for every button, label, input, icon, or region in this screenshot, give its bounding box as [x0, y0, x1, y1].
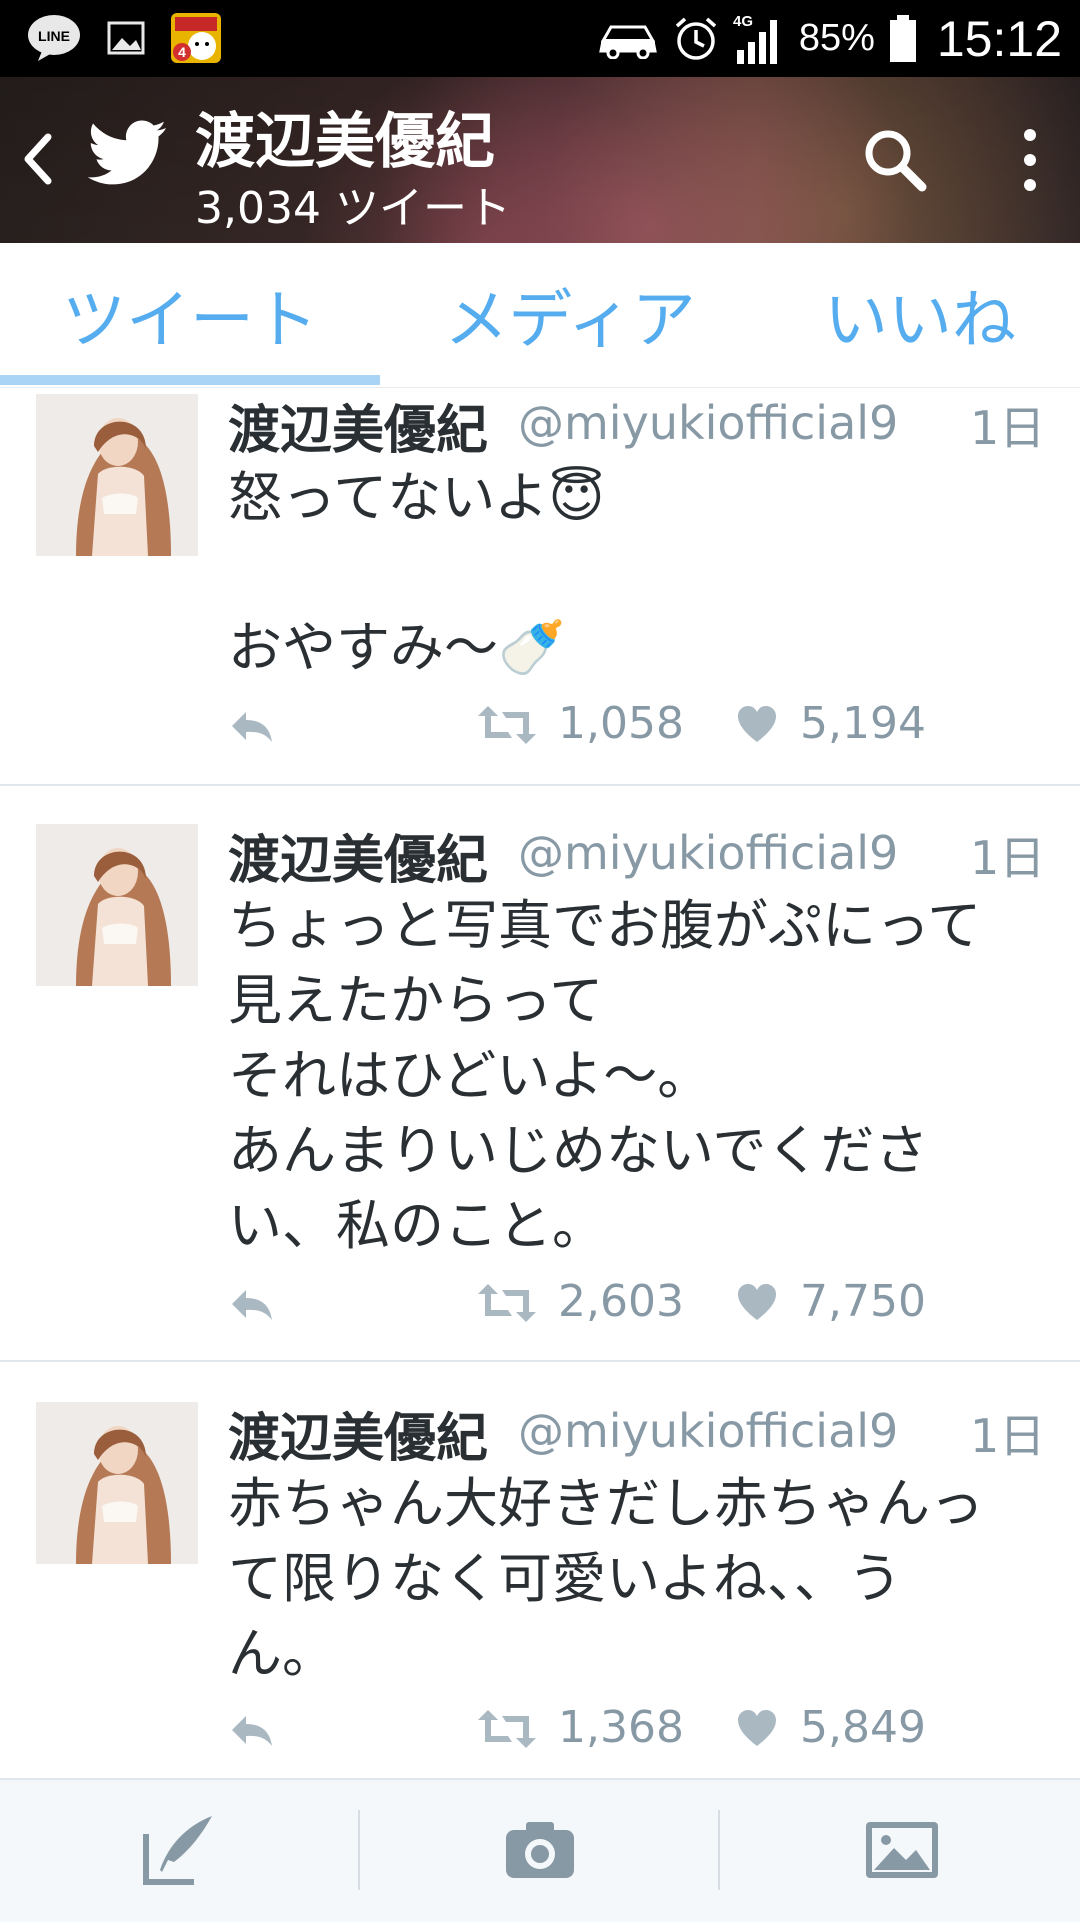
author-name[interactable]: 渡辺美優紀: [228, 388, 488, 463]
like-count: 5,849: [800, 1702, 926, 1753]
system-status: 4G 85% 15:12: [597, 0, 1062, 77]
search-icon[interactable]: [862, 127, 928, 193]
image-gallery-icon[interactable]: [862, 1810, 942, 1890]
divider: [718, 1810, 720, 1890]
notification-icons: LINE 4: [26, 12, 222, 64]
author-handle[interactable]: @miyukiofficial9: [518, 826, 898, 880]
avatar[interactable]: [36, 1402, 198, 1564]
battery-icon: [889, 14, 916, 62]
author-name[interactable]: 渡辺美優紀: [228, 1396, 488, 1471]
avatar[interactable]: [36, 394, 198, 556]
clock: 15:12: [936, 10, 1062, 67]
profile-name: 渡辺美優紀: [195, 107, 495, 177]
status-bar: LINE 4 4G 85% 15:12: [0, 0, 1080, 77]
battery-percent: 85%: [798, 17, 875, 59]
reply-icon[interactable]: [228, 1284, 274, 1324]
tab-likes[interactable]: いいね: [760, 243, 1080, 387]
tweet-item[interactable]: 渡辺美優紀 @miyukiofficial9 1日 赤ちゃん大好きだし赤ちゃんっ…: [0, 1362, 1080, 1778]
signal-icon: 4G: [733, 13, 777, 64]
retweet-icon[interactable]: [478, 1708, 536, 1750]
like-count: 5,194: [800, 698, 926, 749]
alarm-icon: [675, 17, 716, 60]
tweet-text: 赤ちゃん大好きだし赤ちゃんっ て限りなく可愛いよね、、う ん。: [228, 1472, 984, 1685]
author-name[interactable]: 渡辺美優紀: [228, 818, 488, 893]
svg-text:4G: 4G: [733, 13, 753, 30]
reply-icon[interactable]: [228, 706, 274, 746]
tab-tweets[interactable]: ツイート: [0, 243, 380, 387]
line-app-icon: LINE: [28, 15, 80, 61]
compose-bar: [0, 1778, 1080, 1922]
reply-icon[interactable]: [228, 1710, 274, 1750]
retweet-icon[interactable]: [478, 704, 536, 746]
camera-icon[interactable]: [500, 1810, 580, 1890]
tweet-timestamp: 1日: [970, 1409, 1046, 1463]
like-count: 7,750: [800, 1276, 926, 1327]
twitter-bird-icon: [88, 120, 166, 185]
back-arrow-icon[interactable]: [18, 129, 58, 189]
divider: [358, 1810, 360, 1890]
author-handle[interactable]: @miyukiofficial9: [518, 1404, 898, 1458]
profile-header: 渡辺美優紀 3,034 ツイート: [0, 77, 1080, 243]
heart-icon[interactable]: [736, 704, 778, 744]
tweet-timestamp: 1日: [970, 831, 1046, 885]
profile-tabs: ツイート メディア いいね: [0, 243, 1080, 388]
more-options-icon[interactable]: [1010, 125, 1050, 195]
car-icon: [598, 25, 657, 59]
heart-icon[interactable]: [736, 1708, 778, 1748]
tweet-actions: 1,368 5,849: [228, 1702, 988, 1762]
tweet-item[interactable]: 渡辺美優紀 @miyukiofficial9 1日 ちょっと写真でお腹がぷにって…: [0, 786, 1080, 1362]
tab-media[interactable]: メディア: [380, 243, 760, 387]
tweet-actions: 1,058 5,194: [228, 698, 988, 758]
avatar[interactable]: [36, 824, 198, 986]
tweet-text: ちょっと写真でお腹がぷにって 見えたからって それはひどいよ〜。 あんまりいじめ…: [228, 894, 982, 1257]
svg-text:4: 4: [178, 44, 186, 60]
author-handle[interactable]: @miyukiofficial9: [518, 396, 898, 450]
retweet-count: 2,603: [558, 1276, 684, 1327]
retweet-icon[interactable]: [478, 1282, 536, 1324]
tweet-timestamp: 1日: [970, 401, 1046, 455]
svg-text:LINE: LINE: [38, 28, 70, 44]
heart-icon[interactable]: [736, 1282, 778, 1322]
tweet-actions: 2,603 7,750: [228, 1276, 988, 1336]
tweet-text: 怒ってないよ😇 おやすみ〜🍼: [228, 466, 605, 679]
retweet-count: 1,058: [558, 698, 684, 749]
retweet-count: 1,368: [558, 1702, 684, 1753]
gallery-notification-icon: [107, 21, 145, 55]
active-tab-indicator: [0, 375, 380, 385]
compose-tweet-icon[interactable]: [140, 1810, 220, 1890]
tweet-item[interactable]: 渡辺美優紀 @miyukiofficial9 1日 怒ってないよ😇 おやすみ〜🍼…: [0, 388, 1080, 786]
game-notification-icon: 4: [171, 13, 221, 63]
tweet-count: 3,034 ツイート: [195, 183, 511, 234]
